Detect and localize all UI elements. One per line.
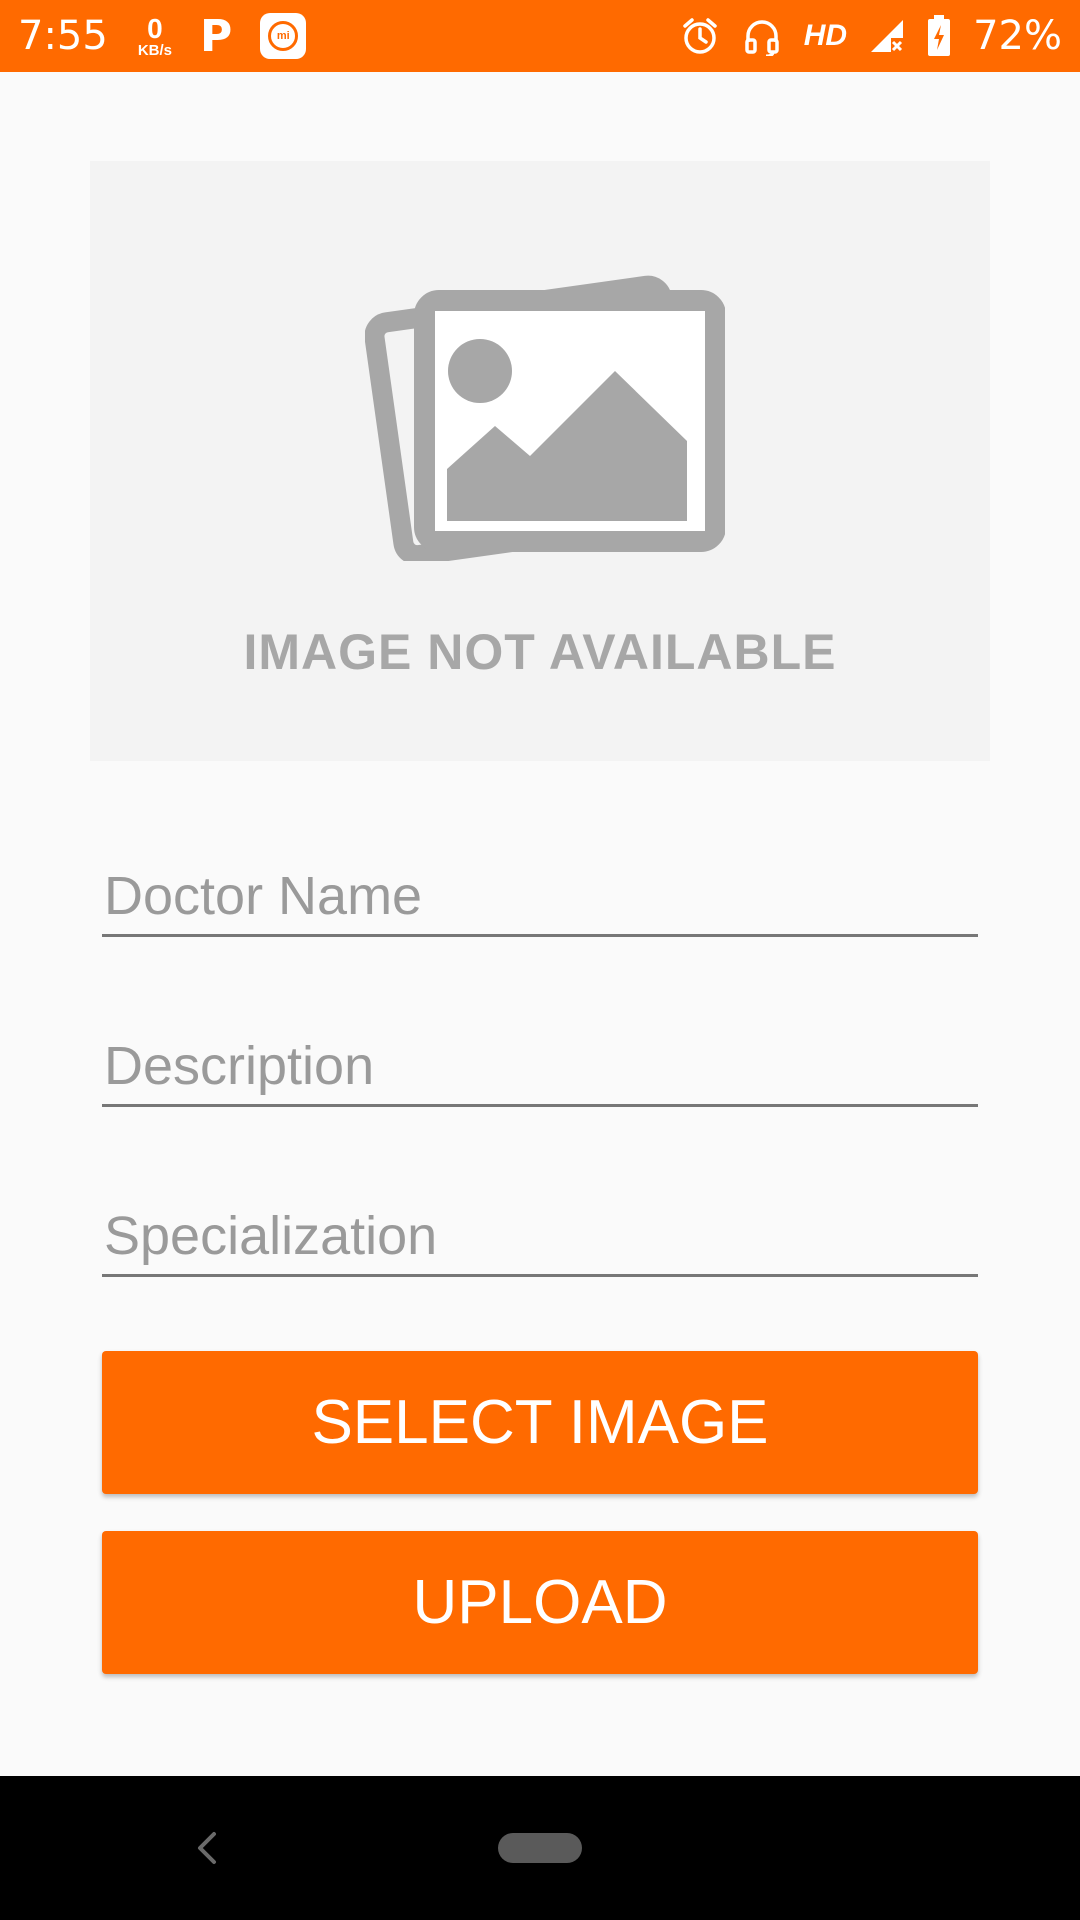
doctor-name-input[interactable]: [102, 857, 978, 934]
status-icons: HD 72%: [680, 13, 1062, 59]
mi-icon: mi: [260, 13, 307, 59]
network-speed: 0 KB/s: [137, 12, 173, 59]
network-speed-unit: KB/s: [137, 41, 173, 59]
home-pill-icon[interactable]: [498, 1833, 582, 1863]
description-input[interactable]: [102, 1027, 978, 1104]
navigation-bar: [0, 1776, 1080, 1920]
description-field-container: [102, 1027, 978, 1107]
select-image-button[interactable]: SELECT IMAGE: [102, 1351, 978, 1494]
upload-button[interactable]: UPLOAD: [102, 1531, 978, 1674]
doctor-name-field-container: [102, 857, 978, 937]
headset-icon: [742, 16, 782, 56]
status-time: 7:55: [18, 13, 108, 59]
network-speed-value: 0: [147, 12, 163, 44]
back-icon[interactable]: [192, 1828, 222, 1873]
signal-no-service-icon: [869, 18, 905, 54]
battery-percent: 72%: [973, 13, 1062, 59]
battery-charging-icon: [927, 15, 951, 57]
specialization-field-container: [102, 1197, 978, 1277]
doctor-image-preview: IMAGE NOT AVAILABLE: [90, 161, 990, 761]
alarm-icon: [680, 16, 720, 56]
image-placeholder-icon: [365, 275, 725, 561]
specialization-input[interactable]: [102, 1197, 978, 1274]
hd-label: HD: [803, 19, 848, 52]
p-icon: P: [200, 10, 233, 62]
image-not-available-text: IMAGE NOT AVAILABLE: [243, 624, 837, 680]
status-bar: 7:55 0 KB/s P mi HD 72%: [0, 0, 1080, 72]
